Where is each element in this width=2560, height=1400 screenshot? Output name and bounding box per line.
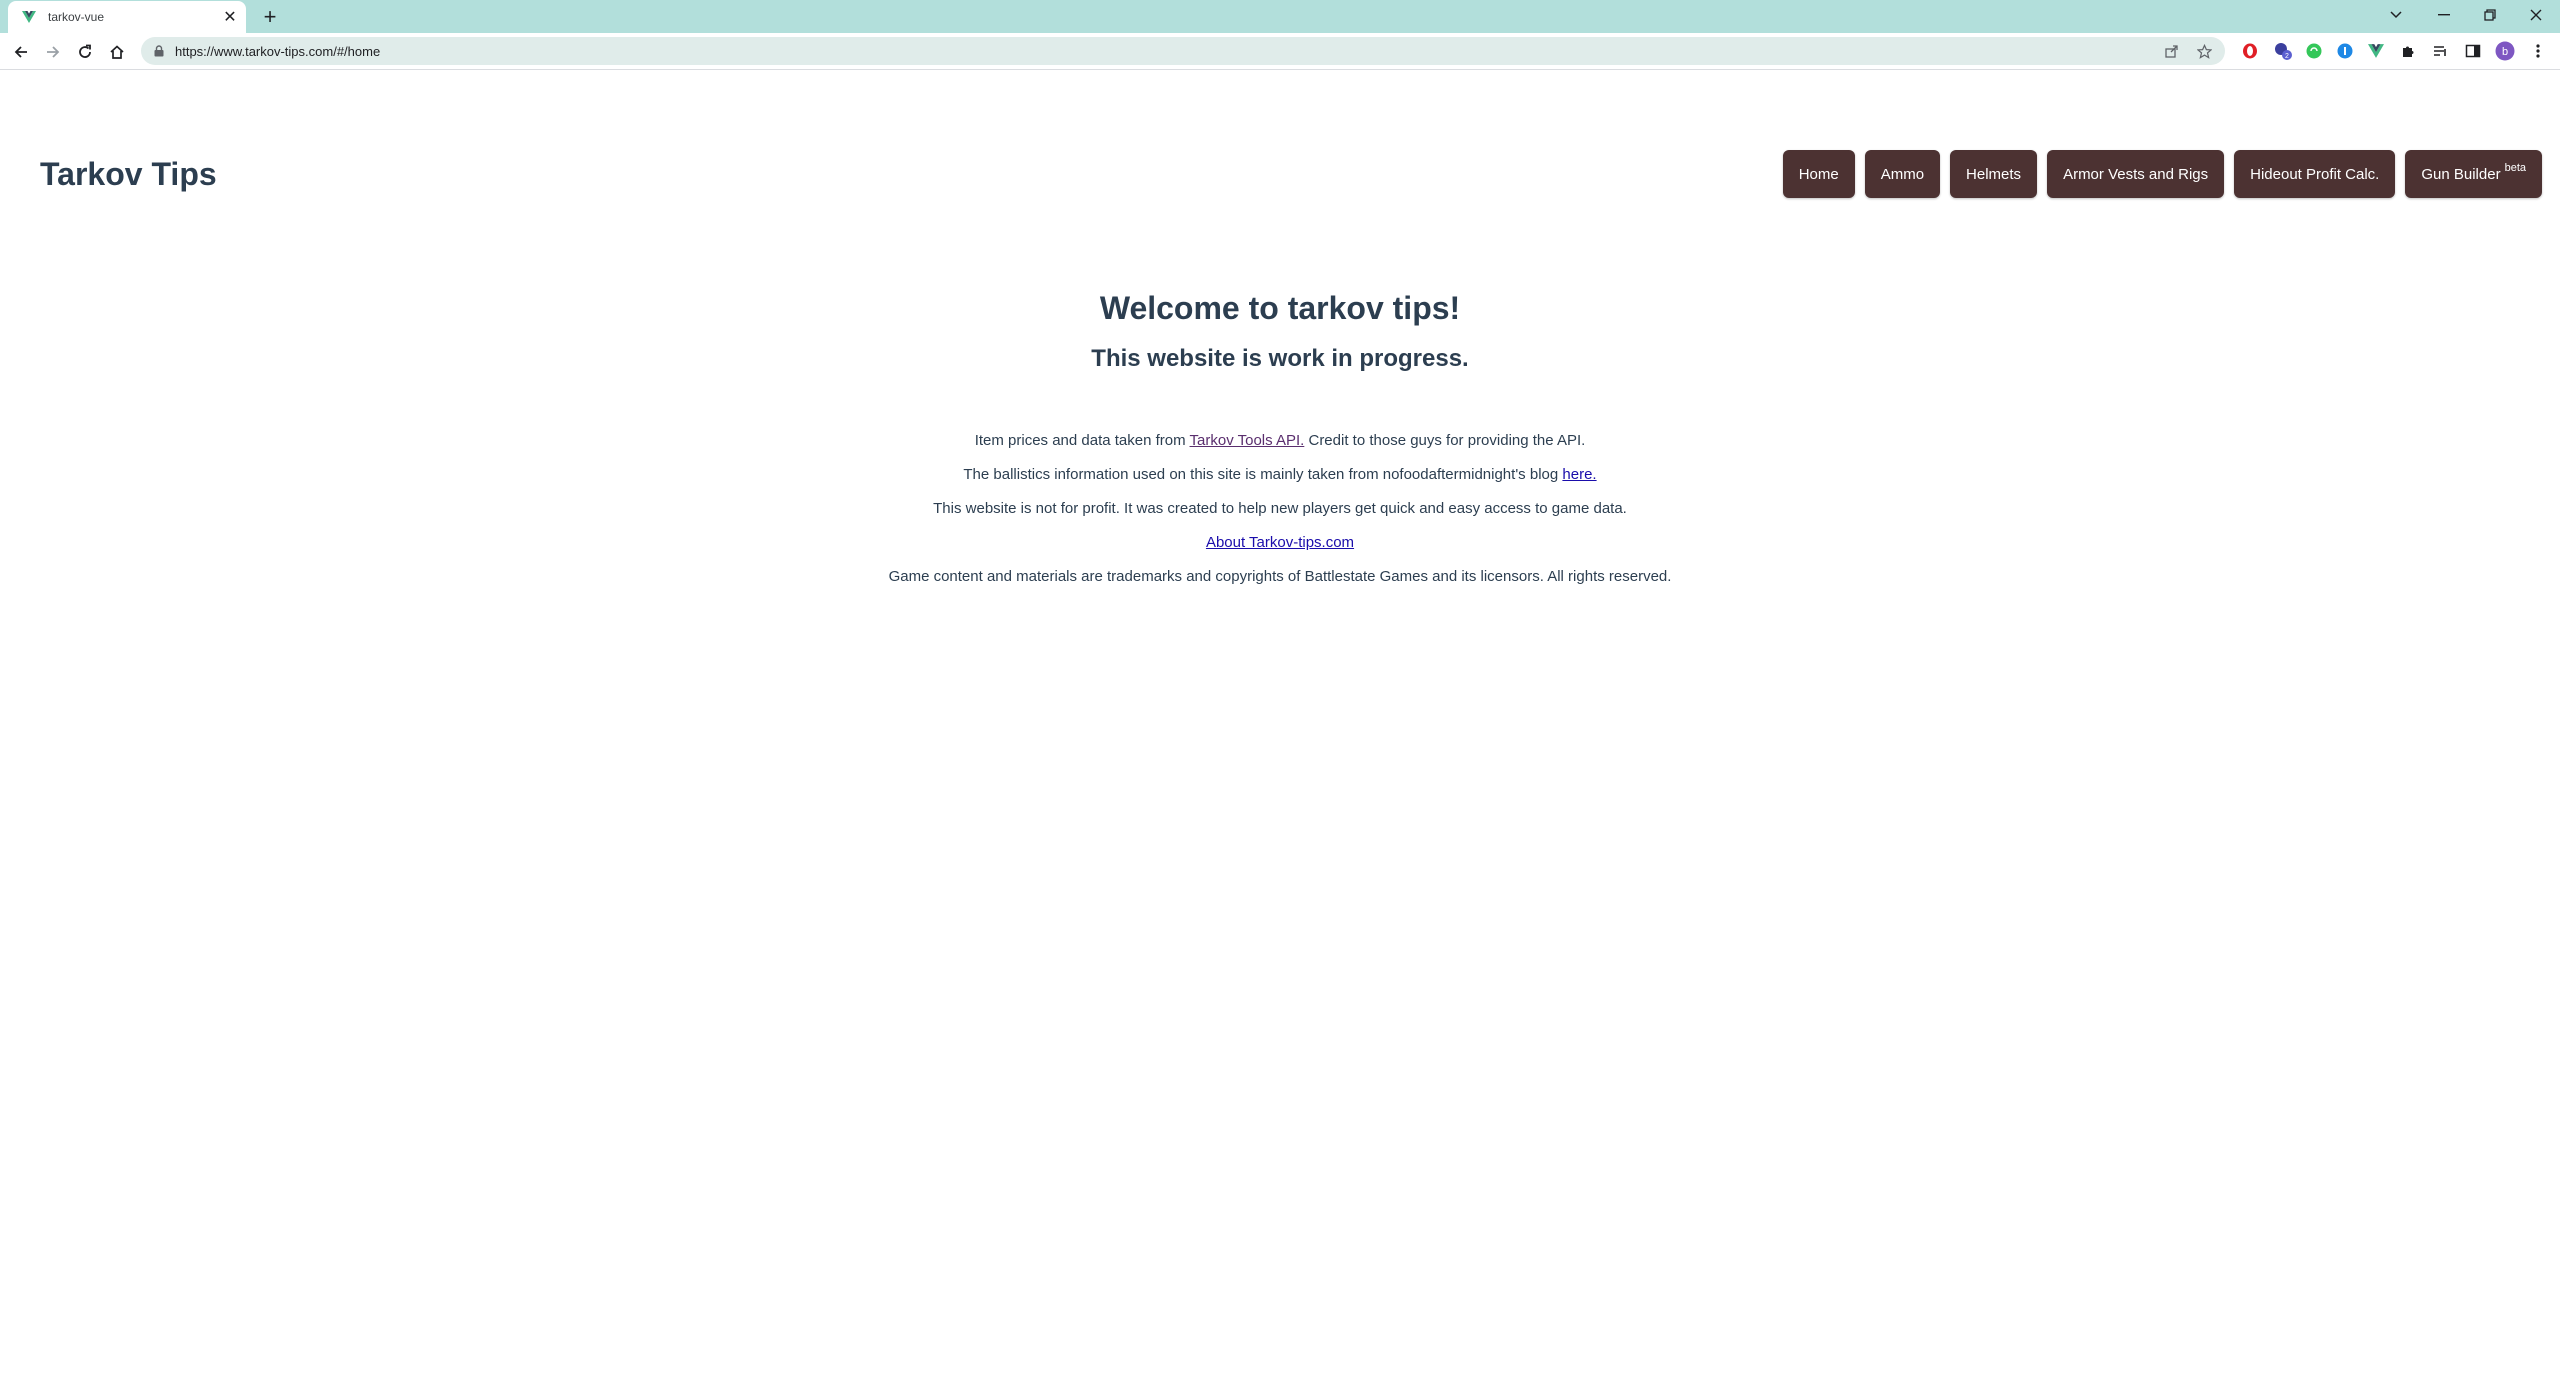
nav-home-button[interactable]: Home <box>1782 150 1855 198</box>
nav-armor-vests-button[interactable]: Armor Vests and Rigs <box>2047 150 2225 198</box>
reload-icon[interactable] <box>73 40 97 64</box>
ballistics-text: The ballistics information used on this … <box>963 466 1563 483</box>
credits-text-pre: Item prices and data taken from <box>974 432 1190 449</box>
credits-line: Item prices and data taken from Tarkov T… <box>0 424 2560 458</box>
ballistics-blog-link[interactable]: here. <box>1562 466 1596 483</box>
tab-title: tarkov-vue <box>48 10 105 24</box>
svg-text:b: b <box>2502 46 2508 58</box>
home-icon[interactable] <box>105 40 129 64</box>
copyright-line: Game content and materials are trademark… <box>888 568 1672 585</box>
nav-armor-vests-label: Armor Vests and Rigs <box>2063 165 2209 183</box>
profile-avatar[interactable]: b <box>2495 41 2515 61</box>
vue-logo-icon <box>21 9 37 25</box>
ballistics-line: The ballistics information used on this … <box>0 458 2560 492</box>
extensions-puzzle-icon[interactable] <box>2398 41 2418 61</box>
nav-helmets-button[interactable]: Helmets <box>1950 150 2038 198</box>
new-tab-button[interactable]: + <box>258 4 282 29</box>
lock-icon[interactable] <box>151 43 167 59</box>
bookmark-star-icon[interactable] <box>2193 40 2215 62</box>
nav-ammo-button[interactable]: Ammo <box>1864 150 1941 198</box>
main-content: Welcome to tarkov tips! This website is … <box>0 284 2560 594</box>
tarkov-tools-api-link[interactable]: Tarkov Tools API. <box>1190 432 1305 449</box>
welcome-heading: Welcome to tarkov tips! <box>1099 290 1461 326</box>
browser-tab[interactable]: tarkov-vue ✕ <box>8 1 246 33</box>
beta-badge: beta <box>2504 162 2526 174</box>
main-nav: Home Ammo Helmets Armor Vests and Rigs H… <box>1782 150 2542 198</box>
info-block: Item prices and data taken from Tarkov T… <box>0 424 2560 594</box>
wip-subheading: This website is work in progress. <box>1091 345 1469 372</box>
close-window-icon[interactable] <box>2524 4 2548 26</box>
reading-list-icon[interactable] <box>2430 41 2450 61</box>
side-panel-icon[interactable] <box>2463 41 2483 61</box>
nav-hideout-profit-button[interactable]: Hideout Profit Calc. <box>2234 150 2396 198</box>
opera-extension-icon[interactable] <box>2240 41 2260 61</box>
site-title: Tarkov Tips <box>40 156 217 192</box>
svg-text:2: 2 <box>2285 53 2289 60</box>
not-for-profit-line: This website is not for profit. It was c… <box>933 500 1627 517</box>
minimize-icon[interactable] <box>2432 4 2456 26</box>
address-bar[interactable]: https://www.tarkov-tips.com/#/home <box>141 37 2225 65</box>
restore-icon[interactable] <box>2478 4 2502 26</box>
extension-badge-icon[interactable]: 2 <box>2273 41 2293 61</box>
green-extension-icon[interactable] <box>2304 41 2324 61</box>
back-icon[interactable] <box>9 40 33 64</box>
tab-search-icon[interactable] <box>2384 4 2408 26</box>
nav-home-label: Home <box>1798 165 1839 183</box>
about-link[interactable]: About Tarkov-tips.com <box>1206 534 1354 551</box>
nav-gun-builder-button[interactable]: Gun Builder beta <box>2405 150 2542 198</box>
share-icon[interactable] <box>2161 40 2183 62</box>
vue-devtools-icon[interactable] <box>2366 41 2386 61</box>
nav-gun-builder-label: Gun Builder <box>2421 165 2501 183</box>
nav-helmets-label: Helmets <box>1966 165 2022 183</box>
browser-toolbar: https://www.tarkov-tips.com/#/home 2 b <box>0 33 2560 70</box>
about-line: About Tarkov-tips.com <box>0 526 2560 560</box>
tab-strip: tarkov-vue ✕ + <box>0 0 2560 33</box>
nav-hideout-profit-label: Hideout Profit Calc. <box>2250 165 2380 183</box>
blue-extension-icon[interactable] <box>2335 41 2355 61</box>
kebab-menu-icon[interactable] <box>2528 41 2548 61</box>
url-text[interactable]: https://www.tarkov-tips.com/#/home <box>175 44 2161 59</box>
credits-text-post: Credit to those guys for providing the A… <box>1304 432 1586 449</box>
close-tab-icon[interactable]: ✕ <box>220 7 240 27</box>
forward-icon[interactable] <box>41 40 65 64</box>
nav-ammo-label: Ammo <box>1880 165 1925 183</box>
